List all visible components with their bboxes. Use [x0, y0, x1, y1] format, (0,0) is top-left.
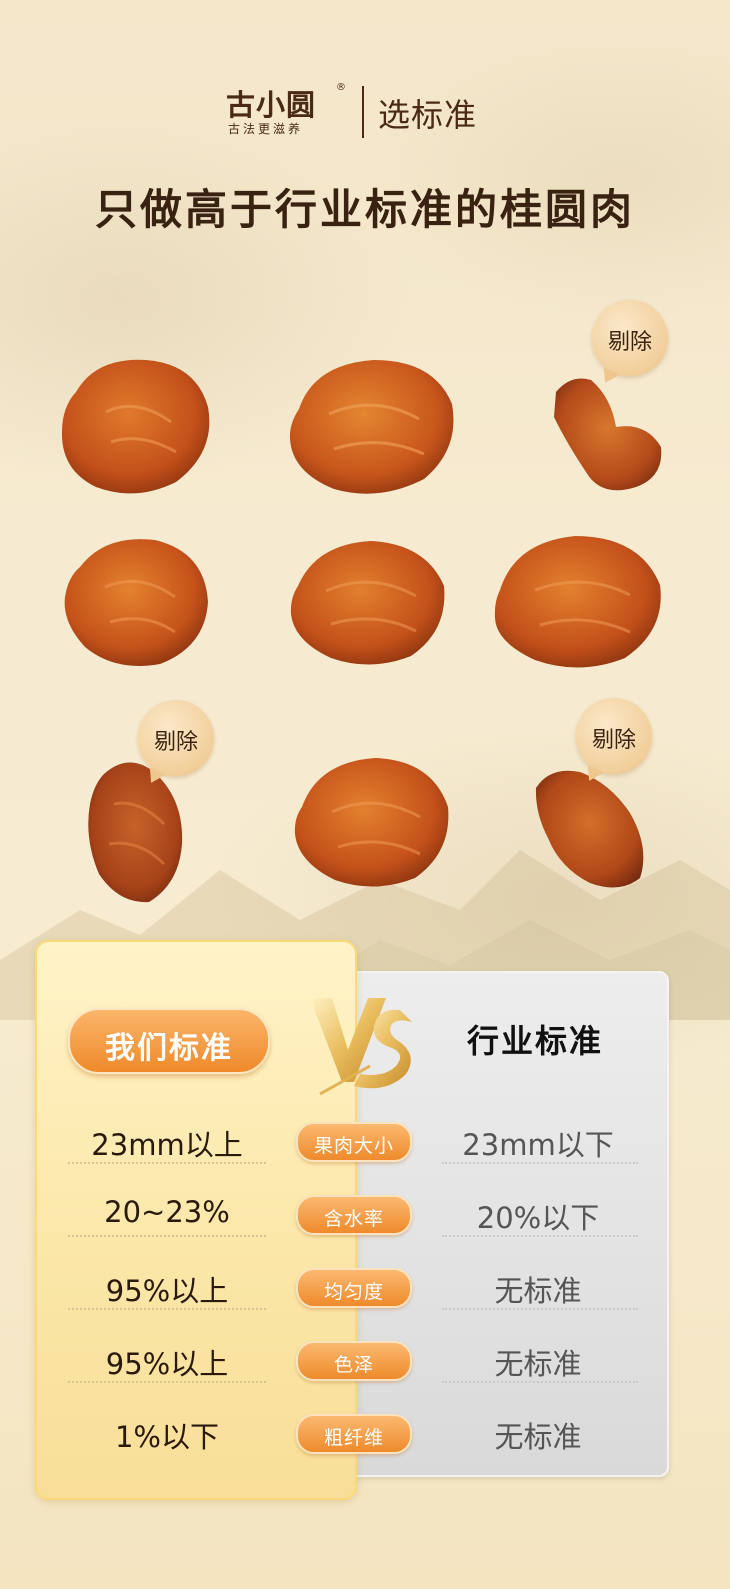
longan-piece-icon: [294, 758, 449, 887]
industry-standard-value: 20%以下: [476, 1201, 600, 1235]
registered-mark: ®: [336, 82, 346, 93]
criterion-label: 含水率: [323, 1208, 384, 1230]
criterion-label: 色泽: [333, 1354, 374, 1376]
row-divider: [68, 1381, 266, 1383]
brand-logo: 古小圆 ® 古法更滋养: [222, 80, 350, 140]
speech-bubble-icon: 剔除: [138, 700, 214, 776]
row-divider: [442, 1381, 638, 1383]
vs-emblem-icon: [310, 998, 412, 1096]
longan-piece-icon: [494, 536, 661, 668]
our-standard-value: 1%以下: [114, 1420, 219, 1454]
remove-label: 剔除: [153, 730, 198, 755]
row-divider: [68, 1235, 266, 1237]
longan-piece-icon: [61, 359, 210, 494]
section-label: 选标准: [378, 96, 478, 134]
industry-standard-value: 无标准: [494, 1274, 582, 1308]
brand-slogan: 古法更滋养: [228, 122, 304, 136]
row-divider: [442, 1162, 638, 1164]
row-divider: [442, 1308, 638, 1310]
criterion-label: 粗纤维: [323, 1427, 384, 1449]
criterion-badge: 色泽: [296, 1341, 412, 1381]
row-divider: [68, 1162, 266, 1164]
criterion-badge: 均匀度: [296, 1268, 412, 1308]
longan-piece-icon: [64, 539, 209, 666]
remove-label: 剔除: [591, 728, 636, 753]
brand-name: 古小圆: [226, 88, 317, 122]
our-standard-value: 95%以上: [105, 1274, 229, 1308]
industry-standard-label: 行业标准: [466, 1022, 603, 1060]
industry-standard-value: 无标准: [494, 1347, 582, 1381]
criterion-badge: 果肉大小: [296, 1122, 412, 1162]
our-standard-value: 23mm以上: [91, 1128, 243, 1162]
page-title: 只做高于行业标准的桂圆肉: [94, 185, 635, 234]
criterion-label: 果肉大小: [313, 1135, 394, 1157]
speech-bubble-icon: 剔除: [592, 300, 668, 376]
criterion-badge: 含水率: [296, 1195, 412, 1235]
criterion-badge: 粗纤维: [296, 1414, 412, 1454]
longan-piece-icon: [290, 541, 445, 665]
row-divider: [442, 1235, 638, 1237]
industry-standard-value: 23mm以下: [462, 1128, 614, 1162]
industry-standard-value: 无标准: [494, 1420, 582, 1454]
longan-piece-icon: [554, 378, 662, 491]
longan-piece-icon: [88, 762, 183, 903]
longan-piece-icon: [289, 360, 454, 494]
header-divider: [362, 86, 364, 138]
speech-bubble-icon: 剔除: [576, 698, 652, 774]
row-divider: [68, 1308, 266, 1310]
our-standard-value: 20~23%: [104, 1195, 230, 1229]
our-standard-badge: 我们标准: [68, 1008, 270, 1074]
remove-label: 剔除: [607, 330, 652, 355]
our-standard-value: 95%以上: [105, 1347, 229, 1381]
criterion-label: 均匀度: [323, 1281, 384, 1303]
our-standard-label: 我们标准: [105, 1031, 233, 1066]
